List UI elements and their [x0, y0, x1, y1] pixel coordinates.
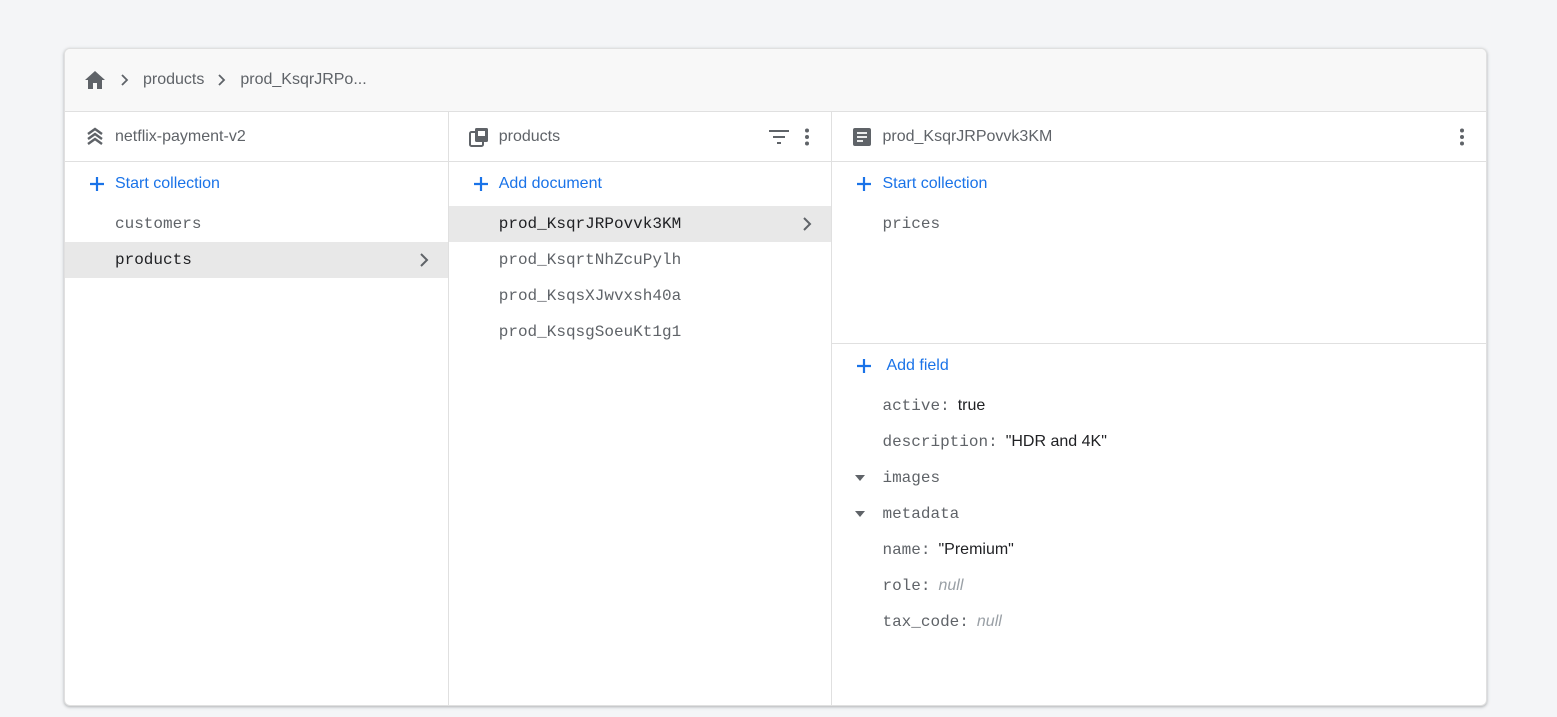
document-header-actions: [1446, 112, 1474, 161]
field-value: "HDR and 4K": [1005, 433, 1107, 450]
collection-header-actions: [763, 112, 819, 161]
document-item-label: prod_KsqrJRPovvk3KM: [498, 215, 682, 233]
field-row-images[interactable]: images: [832, 460, 1486, 496]
field-key: tax_code:: [882, 613, 969, 631]
subcollection-item-prices[interactable]: prices: [832, 206, 1486, 242]
collection-column-header: products: [448, 112, 832, 162]
breadcrumb-item-document[interactable]: prod_KsqrJRPo...: [240, 71, 366, 89]
start-collection-label: Start collection: [882, 175, 988, 192]
field-key: active:: [882, 397, 950, 415]
document-item[interactable]: prod_KsqrtNhZcuPylh: [449, 242, 832, 278]
collection-title: products: [498, 127, 561, 145]
filter-icon[interactable]: [767, 125, 791, 149]
field-key: role:: [882, 577, 931, 595]
document-item[interactable]: prod_KsqrJRPovvk3KM: [448, 206, 832, 242]
collection-item-customers[interactable]: customers: [65, 206, 448, 242]
collection-column: products Add document prod_KsqrJRPovvk3K…: [448, 112, 833, 705]
chevron-right-icon: [412, 248, 436, 272]
add-document-label: Add document: [498, 175, 602, 192]
collection-item-label: customers: [115, 215, 202, 233]
data-columns: netflix-payment-v2 Start collection cust…: [65, 112, 1486, 705]
document-item-label: prod_KsqsXJwvxsh40a: [498, 287, 682, 305]
field-row-description[interactable]: description: "HDR and 4K": [832, 424, 1486, 460]
caret-down-icon[interactable]: [850, 468, 870, 488]
field-key: images: [882, 469, 941, 487]
field-key: description:: [882, 433, 998, 451]
more-vert-icon[interactable]: [795, 125, 819, 149]
subcollection-item-label: prices: [882, 215, 941, 233]
more-vert-icon[interactable]: [1450, 125, 1474, 149]
collection-item-label: products: [115, 251, 192, 269]
root-column: netflix-payment-v2 Start collection cust…: [65, 112, 449, 705]
document-item[interactable]: prod_KsqsXJwvxsh40a: [449, 278, 832, 314]
subcollections-section: Start collection prices: [832, 162, 1486, 344]
database-icon: [85, 127, 105, 147]
field-key: name:: [882, 541, 931, 559]
start-collection-button[interactable]: Start collection: [832, 162, 1486, 206]
document-item-label: prod_KsqsgSoeuKt1g1: [498, 323, 682, 341]
field-value: true: [957, 397, 986, 414]
field-value: null: [976, 613, 1002, 630]
add-document-button[interactable]: Add document: [449, 162, 832, 206]
field-value: "Premium": [938, 541, 1014, 558]
field-row-active[interactable]: active: true: [832, 388, 1486, 424]
field-row-tax-code[interactable]: tax_code: null: [832, 604, 1486, 640]
document-icon: [852, 127, 872, 147]
document-title: prod_KsqrJRPovvk3KM: [882, 127, 1053, 145]
caret-down-icon[interactable]: [850, 504, 870, 524]
field-key: metadata: [882, 505, 960, 523]
database-title: netflix-payment-v2: [115, 127, 246, 145]
document-item-label: prod_KsqrtNhZcuPylh: [498, 251, 682, 269]
firestore-data-panel: products prod_KsqrJRPo... netflix-paymen…: [64, 48, 1487, 706]
plus-icon: [854, 356, 874, 376]
field-row-role[interactable]: role: null: [832, 568, 1486, 604]
plus-icon: [87, 174, 107, 194]
document-column-header: prod_KsqrJRPovvk3KM: [832, 112, 1486, 162]
start-collection-label: Start collection: [115, 175, 220, 192]
home-icon[interactable]: [83, 68, 107, 92]
field-value: null: [938, 577, 964, 594]
plus-icon: [471, 174, 491, 194]
plus-icon: [854, 174, 874, 194]
root-column-header: netflix-payment-v2: [65, 112, 448, 162]
fields-section: Add field active: true description: "HDR…: [832, 344, 1486, 640]
add-field-label: Add field: [886, 357, 949, 374]
start-collection-button[interactable]: Start collection: [65, 162, 448, 206]
collection-icon: [468, 127, 489, 147]
document-item[interactable]: prod_KsqsgSoeuKt1g1: [449, 314, 832, 350]
collection-item-products[interactable]: products: [65, 242, 448, 278]
breadcrumb: products prod_KsqrJRPo...: [65, 49, 1486, 112]
field-row-metadata[interactable]: metadata: [832, 496, 1486, 532]
document-column: prod_KsqrJRPovvk3KM Start collection pri…: [832, 112, 1486, 705]
breadcrumb-item-products[interactable]: products: [143, 71, 204, 89]
chevron-right-icon: [210, 68, 234, 92]
chevron-right-icon: [795, 212, 819, 236]
add-field-button[interactable]: Add field: [832, 344, 1486, 388]
field-row-name[interactable]: name: "Premium": [832, 532, 1486, 568]
chevron-right-icon: [113, 68, 137, 92]
